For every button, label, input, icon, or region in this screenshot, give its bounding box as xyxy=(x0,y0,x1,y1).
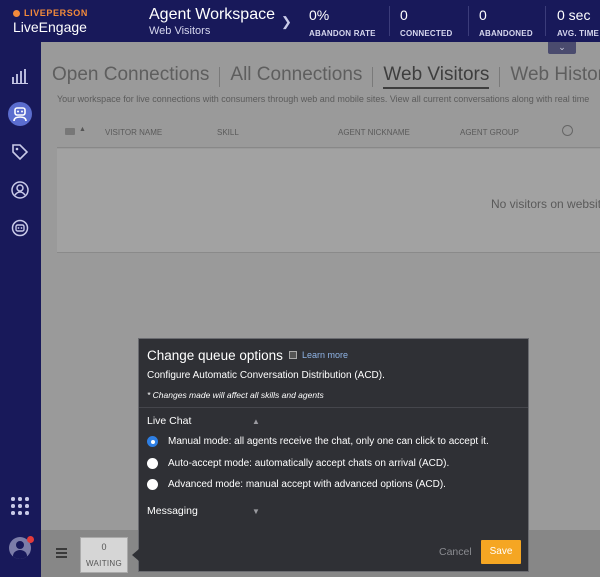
metric-abandoned: 0 ABANDONED xyxy=(479,7,533,38)
tab-divider xyxy=(372,67,374,87)
metric-divider xyxy=(468,6,469,36)
metric-label: ABANDON RATE xyxy=(309,29,376,38)
agent-icon[interactable] xyxy=(8,102,32,126)
tab-divider xyxy=(219,67,221,87)
column-agent-group[interactable]: AGENT GROUP xyxy=(460,128,519,137)
option-label: Advanced mode: manual accept with advanc… xyxy=(168,479,446,490)
collapse-header-button[interactable]: ⌄ xyxy=(548,42,576,54)
tab-divider xyxy=(499,67,501,87)
queue-options-popup: Change queue options Learn more Configur… xyxy=(132,338,529,572)
radio-auto-accept-mode[interactable] xyxy=(147,458,158,469)
sort-up-icon[interactable]: ▲ xyxy=(79,126,86,133)
metric-connected: 0 CONNECTED xyxy=(400,7,452,38)
section-messaging[interactable]: Messaging xyxy=(147,505,198,517)
divider xyxy=(139,407,528,408)
radio-advanced-mode[interactable] xyxy=(147,479,158,490)
user-icon[interactable] xyxy=(8,178,32,202)
tag-icon[interactable] xyxy=(8,140,32,164)
metric-abandon-rate: 0% ABANDON RATE xyxy=(309,7,376,38)
radio-manual-mode[interactable] xyxy=(147,436,158,447)
metric-divider xyxy=(389,6,390,36)
metric-label: CONNECTED xyxy=(400,29,453,38)
chevron-right-icon[interactable]: ❯ xyxy=(281,14,292,30)
chat-icon[interactable] xyxy=(65,128,75,135)
bot-icon[interactable] xyxy=(8,216,32,240)
waiting-queue-button[interactable]: 0 WAITING xyxy=(80,537,128,573)
column-visitor-name[interactable]: VISITOR NAME xyxy=(105,128,162,137)
page-description: Your workspace for live connections with… xyxy=(57,94,590,104)
logo-dot-icon xyxy=(13,9,20,17)
learn-more-label: Learn more xyxy=(302,350,349,360)
option-label: Manual mode: all agents receive the chat… xyxy=(168,436,489,447)
notification-badge xyxy=(27,536,34,543)
column-skill[interactable]: SKILL xyxy=(217,128,239,137)
popup-title: Change queue options xyxy=(147,348,283,363)
tab-all-connections[interactable]: All Connections xyxy=(230,64,362,86)
tab-open-connections[interactable]: Open Connections xyxy=(52,64,209,86)
tab-web-visitors[interactable]: Web Visitors xyxy=(383,64,490,89)
smiley-icon[interactable] xyxy=(562,125,573,136)
metric-value: 0 sec xyxy=(557,7,591,23)
top-bar: LIVEPERSON LiveEngage Agent Workspace We… xyxy=(0,0,600,42)
option-advanced-mode[interactable]: Advanced mode: manual accept with advanc… xyxy=(147,479,446,490)
metric-value: 0% xyxy=(309,7,330,23)
section-live-chat[interactable]: Live Chat xyxy=(147,415,191,427)
column-agent-nickname[interactable]: AGENT NICKNAME xyxy=(338,128,410,137)
workspace-subtitle: Web Visitors xyxy=(149,25,211,37)
option-manual-mode[interactable]: Manual mode: all agents receive the chat… xyxy=(147,436,489,447)
workspace-title: Agent Workspace xyxy=(149,6,275,23)
book-icon xyxy=(289,351,297,359)
popup-subtitle: Configure Automatic Conversation Distrib… xyxy=(147,370,385,381)
product-name: LiveEngage xyxy=(13,19,87,35)
chevron-down-icon[interactable]: ▼ xyxy=(252,507,260,516)
option-label: Auto-accept mode: automatically accept c… xyxy=(168,458,450,469)
apps-grid-icon[interactable] xyxy=(11,497,29,515)
workspace-title-block[interactable]: Agent Workspace Web Visitors xyxy=(149,6,275,37)
chevron-up-icon[interactable]: ▲ xyxy=(252,417,260,426)
metric-avg-time: 0 sec AVG. TIME xyxy=(557,7,599,38)
connection-tabs: Open Connections All Connections Web Visit… xyxy=(52,64,600,89)
metric-divider xyxy=(545,6,546,36)
liveperson-logo: LIVEPERSON LiveEngage xyxy=(13,8,88,35)
visitors-table-body: No visitors on website xyxy=(57,149,600,253)
waiting-label: WAITING xyxy=(85,559,123,568)
cancel-button[interactable]: Cancel xyxy=(439,546,472,558)
empty-state-message: No visitors on website xyxy=(491,197,600,211)
brand-name: LIVEPERSON xyxy=(24,8,89,18)
metric-value: 0 xyxy=(400,7,408,23)
table-header: ▲ VISITOR NAME SKILL AGENT NICKNAME AGEN… xyxy=(57,122,600,148)
learn-more-link[interactable]: Learn more xyxy=(289,350,348,360)
tab-web-history[interactable]: Web History xyxy=(510,64,600,86)
save-button[interactable]: Save xyxy=(481,540,521,564)
metric-label: AVG. TIME xyxy=(557,29,600,38)
popup-note: * Changes made will affect all skills an… xyxy=(147,390,324,400)
option-auto-accept-mode[interactable]: Auto-accept mode: automatically accept c… xyxy=(147,458,449,469)
metric-label: ABANDONED xyxy=(479,29,533,38)
menu-icon[interactable] xyxy=(56,548,67,560)
analytics-icon[interactable] xyxy=(8,64,32,88)
metric-value: 0 xyxy=(479,7,487,23)
waiting-count: 0 xyxy=(101,542,107,552)
